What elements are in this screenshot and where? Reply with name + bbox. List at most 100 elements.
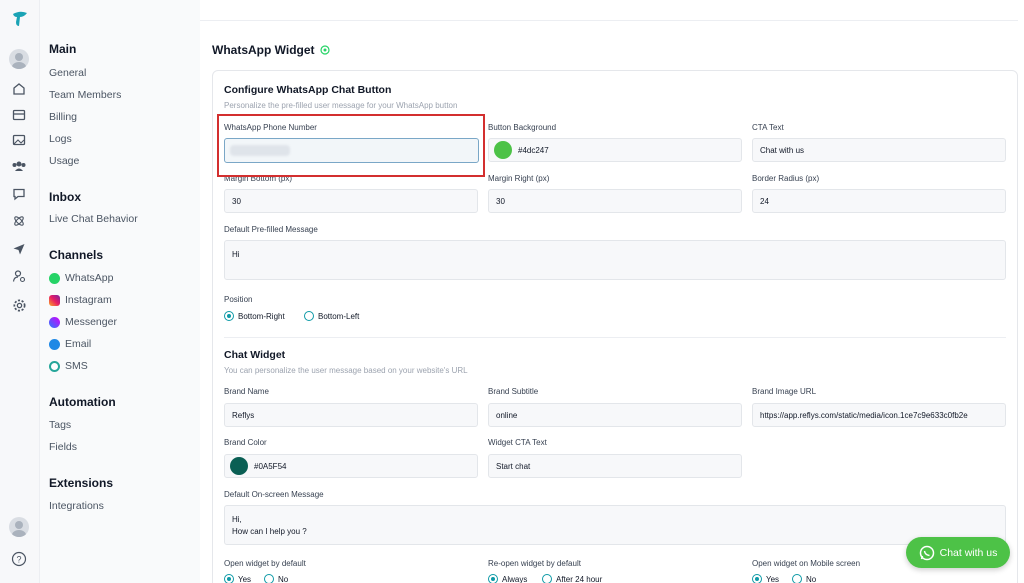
inbox-icon[interactable] <box>10 106 28 124</box>
margin-right-input[interactable]: 30 <box>488 189 742 213</box>
sidebar-item-general[interactable]: General <box>49 67 86 79</box>
gear-icon[interactable] <box>10 296 28 314</box>
chat-icon[interactable] <box>10 185 28 203</box>
sidebar-item-sms[interactable]: SMS <box>49 360 88 372</box>
radio-icon[interactable] <box>224 574 234 583</box>
brand-subtitle-label: Brand Subtitle <box>488 387 539 396</box>
sidebar-item-whatsapp[interactable]: WhatsApp <box>49 272 113 284</box>
sidebar-item-logs[interactable]: Logs <box>49 133 72 145</box>
send-icon[interactable] <box>10 240 28 258</box>
brand-image-url-input[interactable]: https://app.reflys.com/static/media/icon… <box>752 403 1006 427</box>
border-radius-input[interactable]: 24 <box>752 189 1006 213</box>
radio-label: Bottom-Right <box>238 311 285 321</box>
sidebar-item-messenger[interactable]: Messenger <box>49 316 117 328</box>
brand-name-label: Brand Name <box>224 387 269 396</box>
image-icon[interactable] <box>10 131 28 149</box>
margin-bottom-input[interactable]: 30 <box>224 189 478 213</box>
mobile-yes-radio[interactable]: Yes <box>752 574 779 583</box>
onscreen-message-label: Default On-screen Message <box>224 490 324 499</box>
radio-icon[interactable] <box>752 574 762 583</box>
sidebar-item-team-members[interactable]: Team Members <box>49 89 121 101</box>
radio-label: No <box>278 574 289 583</box>
widget-cta-text-label: Widget CTA Text <box>488 438 547 447</box>
color-swatch[interactable] <box>230 457 248 475</box>
open-default-no-radio[interactable]: No <box>264 574 288 583</box>
onscreen-message-line: Hi, <box>232 515 242 524</box>
sidebar-item-billing[interactable]: Billing <box>49 111 77 123</box>
sidebar-item-label: Messenger <box>65 316 117 328</box>
default-message-label: Default Pre-filled Message <box>224 225 318 234</box>
radio-icon[interactable] <box>304 311 314 321</box>
onscreen-message-textarea[interactable]: Hi, How can I help you ? <box>224 505 1006 545</box>
radio-icon[interactable] <box>542 574 552 583</box>
configure-section-subtitle: Personalize the pre-filled user message … <box>224 101 458 110</box>
position-bottom-left-radio[interactable]: Bottom-Left <box>304 311 359 321</box>
sidebar-item-fields[interactable]: Fields <box>49 441 77 453</box>
reopen-after-24-hour-radio[interactable]: After 24 hour <box>542 574 602 583</box>
sidebar-item-integrations[interactable]: Integrations <box>49 500 104 512</box>
sidebar-item-label: Tags <box>49 419 72 431</box>
brand-name-value: Reflys <box>232 410 255 420</box>
button-background-field[interactable]: #4dc247 <box>488 138 742 162</box>
integrations-icon[interactable] <box>10 212 28 230</box>
radio-icon[interactable] <box>224 311 234 321</box>
sidebar-item-label: Fields <box>49 441 78 453</box>
brand-image-url-value: https://app.reflys.com/static/media/icon… <box>760 410 968 420</box>
chat-widget-section-subtitle: You can personalize the user message bas… <box>224 366 468 375</box>
sidebar-item-label: Logs <box>49 133 72 145</box>
sidebar-item-live-chat-behavior[interactable]: Live Chat Behavior <box>49 213 138 225</box>
sidebar-heading-channels: Channels <box>49 248 104 262</box>
border-radius-label: Border Radius (px) <box>752 174 820 183</box>
position-bottom-right-radio[interactable]: Bottom-Right <box>224 311 285 321</box>
radio-icon[interactable] <box>792 574 802 583</box>
color-swatch[interactable] <box>494 141 512 159</box>
page-title-text: WhatsApp Widget <box>212 43 315 57</box>
instagram-icon <box>49 294 60 306</box>
users-icon[interactable] <box>10 157 28 175</box>
radio-label: No <box>806 574 817 583</box>
sidebar-item-label: General <box>49 67 87 79</box>
home-icon[interactable] <box>10 80 28 98</box>
margin-bottom-value: 30 <box>232 196 241 206</box>
whatsapp-chat-button[interactable]: Chat with us <box>906 537 1010 568</box>
open-default-yes-radio[interactable]: Yes <box>224 574 251 583</box>
app-logo-icon[interactable] <box>9 8 31 30</box>
sidebar-item-label: Instagram <box>65 294 112 306</box>
brand-color-label: Brand Color <box>224 438 267 447</box>
radio-icon[interactable] <box>264 574 274 583</box>
configure-section-title: Configure WhatsApp Chat Button <box>224 84 392 96</box>
user-settings-icon[interactable] <box>10 267 28 285</box>
brand-color-field[interactable]: #0A5F54 <box>224 454 478 478</box>
svg-text:?: ? <box>16 555 21 565</box>
brand-subtitle-input[interactable]: online <box>488 403 742 427</box>
margin-right-label: Margin Right (px) <box>488 174 550 183</box>
settings-sidebar: Main General Team Members Billing Logs U… <box>40 0 200 583</box>
sidebar-item-usage[interactable]: Usage <box>49 155 79 167</box>
sidebar-item-instagram[interactable]: Instagram <box>49 294 112 306</box>
help-icon[interactable]: ? <box>10 550 28 568</box>
position-label: Position <box>224 295 253 304</box>
cta-text-input[interactable]: Chat with us <box>752 138 1006 162</box>
avatar[interactable] <box>9 49 29 69</box>
sidebar-item-label: Billing <box>49 111 78 123</box>
reopen-always-radio[interactable]: Always <box>488 574 527 583</box>
brand-name-input[interactable]: Reflys <box>224 403 478 427</box>
mobile-no-radio[interactable]: No <box>792 574 816 583</box>
profile-avatar[interactable] <box>9 517 29 537</box>
sidebar-item-email[interactable]: Email <box>49 338 91 350</box>
page-title: WhatsApp Widget <box>212 43 330 57</box>
email-icon <box>49 338 60 350</box>
sidebar-item-label: Email <box>65 338 92 350</box>
open-default-label: Open widget by default <box>224 559 306 568</box>
sms-icon <box>49 360 60 372</box>
whatsapp-icon <box>919 545 934 560</box>
default-message-textarea[interactable]: Hi <box>224 240 1006 280</box>
radio-icon[interactable] <box>488 574 498 583</box>
sidebar-item-tags[interactable]: Tags <box>49 419 71 431</box>
radio-label: After 24 hour <box>556 574 603 583</box>
section-divider <box>224 337 1006 338</box>
brand-color-value: #0A5F54 <box>254 461 287 471</box>
widget-cta-text-input[interactable]: Start chat <box>488 454 742 478</box>
margin-right-value: 30 <box>496 196 505 206</box>
sidebar-heading-inbox: Inbox <box>49 190 81 204</box>
